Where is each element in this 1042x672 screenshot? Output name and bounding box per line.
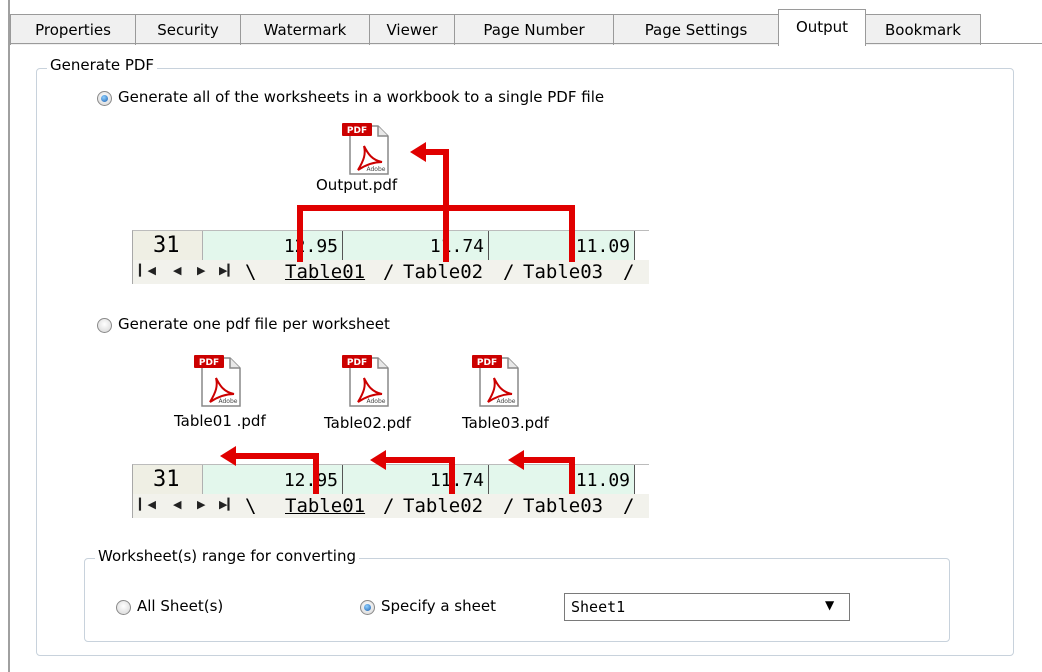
tab-output[interactable]: Output	[778, 9, 866, 46]
range-legend: Worksheet(s) range for converting	[95, 547, 359, 565]
specify-sheet-radio[interactable]	[360, 600, 375, 615]
all-sheets-label[interactable]: All Sheet(s)	[137, 597, 223, 615]
arrow-table03	[524, 457, 575, 494]
tab-output-label: Output	[795, 18, 849, 36]
specify-sheet-label[interactable]: Specify a sheet	[381, 597, 496, 615]
arrow-head	[508, 450, 524, 470]
sheet-select-value: Sheet1	[571, 598, 626, 616]
arrow-table02	[386, 457, 455, 494]
arrow-head	[220, 446, 236, 466]
all-sheets-radio[interactable]	[116, 600, 131, 615]
chevron-down-icon: ▼	[825, 598, 835, 612]
arrow-head	[370, 450, 386, 470]
arrow-table01	[236, 453, 319, 494]
sheet-select[interactable]: Sheet1 ▼	[564, 593, 850, 621]
